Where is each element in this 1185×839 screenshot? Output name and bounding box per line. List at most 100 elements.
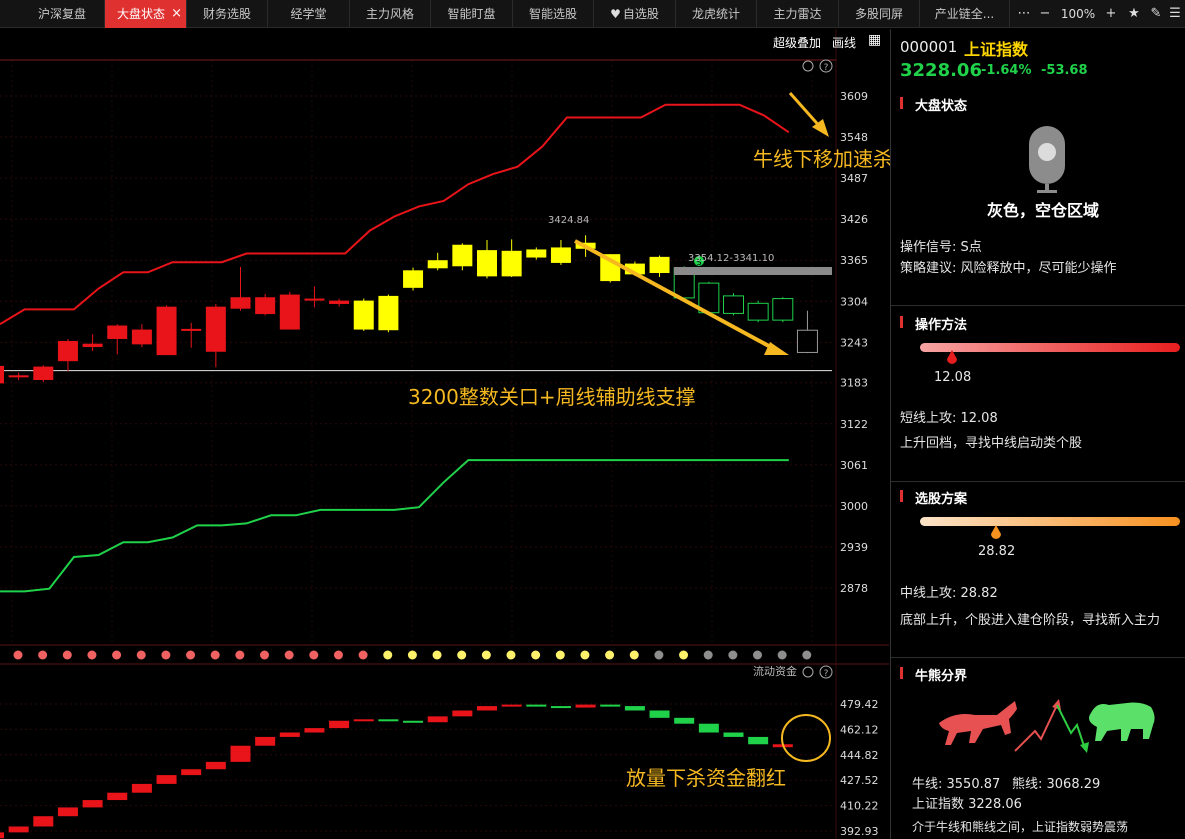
section-title-operation: 操作方法 [915,318,968,333]
stock-price: 3228.06 [900,60,982,81]
price-tick-label: 3609 [840,90,868,103]
tab-shenhu-review[interactable]: 沪深复盘 [0,0,105,28]
settings-icon[interactable] [802,666,814,678]
flow-bar [526,704,547,707]
flow-axis: 479.42 462.12 444.82 427.52 410.22 392.93 [840,698,879,838]
super-overlay-button[interactable]: 超级叠加 [773,34,821,51]
status-dot [284,650,294,660]
status-dot [481,650,491,660]
tab-watchlist[interactable]: ♥ 自选股 [594,0,676,28]
status-dot [13,650,23,660]
flow-bar [107,792,128,801]
flow-bar [649,710,670,718]
tab-main-radar[interactable]: 主力雷达 [757,0,839,28]
status-dot [753,650,762,660]
status-dot [605,650,615,660]
status-dot [506,650,516,660]
flow-tick-label: 444.82 [840,749,879,762]
status-dot [629,650,639,660]
flow-bar [230,745,251,762]
tab-financial-screen[interactable]: 财务选股 [187,0,268,28]
bull-bear-desc: 介于牛线和熊线之间，上证指数弱势震荡 [912,820,1129,834]
star-icon[interactable]: ★ [1124,0,1144,28]
draw-line-button[interactable]: 画线 [832,34,856,51]
section-marker [900,490,903,502]
flow-bar [156,775,177,784]
flow-tick-label: 427.52 [840,774,879,787]
flow-bar [131,783,152,793]
close-icon[interactable]: × [171,0,182,28]
status-dot [457,650,467,660]
status-dot [654,650,664,660]
tab-main-style[interactable]: 主力风格 [350,0,431,28]
status-dot [309,650,319,660]
status-dot [407,650,417,660]
stock-name: 上证指数 [964,40,1029,59]
tab-label: 智能选股 [528,7,577,21]
operation-signal: 操作信号: S点 [900,240,982,255]
flow-bar [378,719,399,722]
status-dot [235,650,245,660]
strategy-advice: 策略建议: 风险释放中，尽可能少操作 [900,261,1117,276]
list-icon[interactable]: ☰ [1166,0,1184,28]
more-icon[interactable]: ⋯ [1014,0,1034,28]
status-dot [432,650,442,660]
candle-body [205,306,226,352]
candle-body [107,325,128,339]
market-state: 灰色，空仓区域 [987,201,1100,220]
candle-body [0,365,4,384]
candle-body [33,366,54,381]
tab-academy[interactable]: 经学堂 [268,0,350,28]
candle-body [723,295,744,314]
tab-bar: 沪深复盘 大盘状态 × 财务选股 经学堂 主力风格 智能盯盘 智能选股 ♥ 自选股… [0,0,1185,28]
status-dot [679,650,689,660]
price-tick-label: 3426 [840,213,868,226]
section-marker [900,667,903,679]
flow-bar [452,710,473,717]
annotation-flow: 放量下杀资金翻红 [626,766,786,790]
status-dot [728,650,738,660]
section-marker [900,97,903,109]
stock-change: -53.68 [1041,63,1088,78]
flow-bar [427,716,448,723]
tab-smart-pick[interactable]: 智能选股 [513,0,594,28]
flow-bar [748,736,769,745]
tab-smart-watch[interactable]: 智能盯盘 [431,0,513,28]
short-term-value: 12.08 [934,370,972,385]
price-tick-label: 3122 [840,418,868,431]
grid-icon[interactable]: ▦ [868,32,881,48]
price-tick-label: 3243 [840,336,868,349]
status-dots [13,650,812,660]
tab-multi-stock[interactable]: 多股同屏 [839,0,920,28]
price-tick-label: 3365 [840,254,868,267]
flow-tick-label: 410.22 [840,800,879,813]
flow-bar [477,706,497,711]
flow-bar [0,832,4,839]
tab-industry-chain[interactable]: 产业链全... [920,0,1010,28]
high-price-label: 3424.84 [548,215,589,226]
tab-dragon-tiger[interactable]: 龙虎统计 [676,0,757,28]
price-tick-label: 2878 [840,582,868,595]
tab-label: 大盘状态 [117,7,166,21]
zoom-out-icon[interactable]: − [1036,0,1054,28]
section-title-bull-bear: 牛熊分界 [915,669,968,684]
tab-label: 主力风格 [365,7,414,21]
candle-body [82,343,103,348]
candle-body [329,300,350,304]
status-dot [161,650,171,660]
price-tick-label: 3487 [840,172,868,185]
status-dot [531,650,541,660]
zoom-in-icon[interactable]: + [1102,0,1120,28]
flow-bar [57,807,78,817]
candle-body [353,300,374,330]
short-term-gauge [920,343,1180,352]
tab-label: 财务选股 [202,7,251,21]
tab-market-status[interactable]: 大盘状态 × [105,0,187,28]
status-dot [777,650,787,660]
candle-body [452,244,473,267]
tab-label: 经学堂 [290,7,327,21]
selection-desc: 底部上升，个股进入建仓阶段，寻找新入主力 [900,613,1161,628]
pen-icon[interactable]: ✎ [1147,0,1165,28]
candle-body [131,329,152,345]
status-dot [62,650,72,660]
